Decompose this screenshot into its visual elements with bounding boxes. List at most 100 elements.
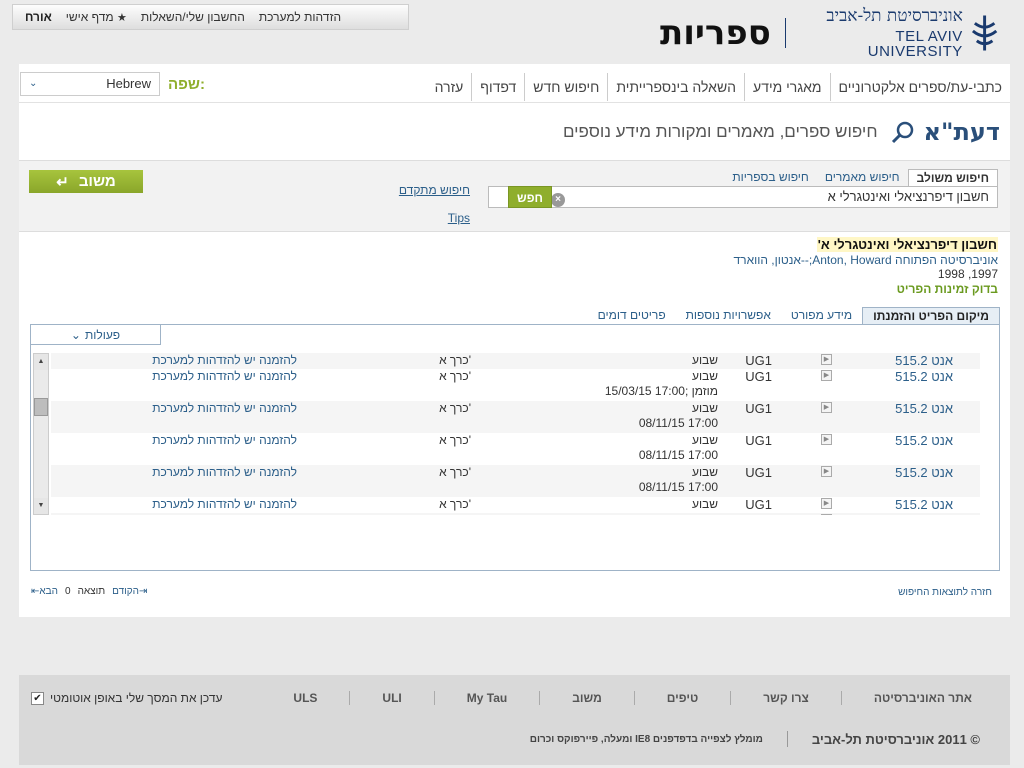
language-value: Hebrew <box>106 76 151 91</box>
request-login-link[interactable]: להזמנה יש להזדהות למערכת <box>152 353 297 367</box>
call-number-link[interactable]: 515.2 אנט <box>895 497 953 512</box>
browser-note: מומלץ לצפייה בדפדפנים IE8 ומעלה, פיירפוק… <box>529 733 763 745</box>
language-selector: ⌄ Hebrew שפה: <box>20 72 205 96</box>
tab-articles-search[interactable]: חיפוש מאמרים <box>817 169 908 187</box>
autofit-checkbox[interactable]: ✔ <box>31 691 44 705</box>
footer-uls-link[interactable]: ULS <box>261 691 349 705</box>
logo-divider <box>784 18 786 48</box>
loan-status-line: שבוע <box>691 401 718 415</box>
login-link[interactable]: הזדהות למערכת <box>259 10 341 24</box>
footer-university-link[interactable]: אתר האוניברסיטה <box>840 691 980 705</box>
volume-label: כרך א' <box>439 433 471 447</box>
expand-icon[interactable]: ▶ <box>821 434 832 445</box>
loan-status-line: שבוע <box>691 465 718 479</box>
account-link[interactable]: החשבון שלי/השאלות <box>141 10 245 24</box>
request-login-link[interactable]: להזמנה יש להזדהות למערכת <box>152 369 297 383</box>
table-row: 515.2 אנט ▶ UG1 שבוע 08/11/15 17:00 כרך א' להז… <box>51 433 980 465</box>
scroll-up-icon[interactable]: ▲ <box>34 354 48 370</box>
record-authors: אוניברסיטה הפתוחה Anton, Howard;--אנטון,… <box>734 253 998 268</box>
call-number-link[interactable]: 515.2 אנט <box>895 369 953 384</box>
actions-dropdown[interactable]: ⌄ פעולות <box>31 325 161 345</box>
university-name-en: TEL AVIV UNIVERSITY <box>867 27 963 60</box>
prev-label: הקודם <box>112 586 140 597</box>
chevron-down-icon: ⌄ <box>29 78 38 89</box>
next-label: הבא <box>39 586 58 597</box>
footer-tips-link[interactable]: טיפים <box>633 691 730 705</box>
tab-location[interactable]: מיקום הפריט והזמנתו <box>862 307 1000 325</box>
tab-details[interactable]: מידע מפורט <box>781 307 862 325</box>
request-login-link[interactable]: להזמנה יש להזדהות למערכת <box>152 497 297 511</box>
footer-feedback-link[interactable]: משוב <box>539 691 634 705</box>
expand-icon[interactable]: ▶ <box>821 466 832 477</box>
advanced-search-link[interactable]: חיפוש מתקדם <box>399 183 470 197</box>
footer-links: אתר האוניברסיטה צרו קשר טיפים משוב My Ta… <box>261 691 980 705</box>
call-number-link[interactable]: 515.2 אנט <box>895 513 953 515</box>
nav-databases[interactable]: מאגרי מידע <box>744 73 830 101</box>
record-title[interactable]: חשבון דיפרנציאלי ואינטגרלי א' <box>816 237 998 252</box>
loan-status: שבוע 08/11/15 17:00 <box>639 433 718 463</box>
expand-icon[interactable]: ▶ <box>821 498 832 509</box>
nav-help[interactable]: עזרה <box>427 73 472 101</box>
table-row: 515.2 אנט ▶ UG1 שבוע כרך א' להזמנה יש להזדהות… <box>51 497 980 513</box>
search-tabs: חיפוש משולב חיפוש מאמרים חיפוש בספריות <box>724 169 998 187</box>
arrow-right-icon: ⇥ <box>139 586 148 597</box>
table-row: 515.2 אנט ▶ UG1 שבוע 15/03/15 17:00; מוזמן כר… <box>51 369 980 401</box>
expand-icon[interactable]: ▶ <box>821 514 832 515</box>
request-login-link[interactable]: להזמנה יש להזדהות למערכת <box>152 433 297 447</box>
autofit-label: עדכן את המסך שלי באופן אוטומטי <box>50 691 223 705</box>
back-to-results-link[interactable]: חזרה לתוצאות החיפוש <box>898 587 992 598</box>
expand-icon[interactable]: ▶ <box>821 354 832 365</box>
tab-similar-items[interactable]: פריטים דומים <box>588 307 676 325</box>
loan-status: שבוע 08/11/15 17:00 <box>639 465 718 495</box>
holdings-table: 515.2 אנט ▶ UG1 שבוע כרך א' להזמנה יש להזדהות… <box>51 353 980 515</box>
holdings-scrollbar[interactable]: ▲ ▼ <box>33 353 49 515</box>
nav-interlibrary[interactable]: השאלה בינספרייתית <box>607 73 744 101</box>
call-number-link[interactable]: 515.2 אנט <box>895 465 953 480</box>
loan-status-line: 08/11/15 17:00 <box>638 416 718 430</box>
check-availability-link[interactable]: בדוק זמינות הפריט <box>734 282 998 297</box>
call-number-link[interactable]: 515.2 אנט <box>895 433 953 448</box>
tab-more-options[interactable]: אפשרויות נוספות <box>676 307 781 325</box>
holdings-panel: ⌄ פעולות ▲ ▼ 515.2 אנט ▶ UG1 שבוע כרך א' להזמ… <box>30 324 1000 571</box>
feedback-arrow-icon: ↵ <box>56 173 69 191</box>
volume-label: כרך א' <box>439 353 471 367</box>
call-number-link[interactable]: 515.2 אנט <box>895 401 953 416</box>
scroll-down-icon[interactable]: ▼ <box>34 498 48 514</box>
tab-library-search[interactable]: חיפוש בספריות <box>724 169 817 187</box>
site-logo[interactable]: אוניברסיטת תל-אביב TEL AVIV UNIVERSITY ס… <box>660 7 1000 60</box>
expand-icon[interactable]: ▶ <box>821 402 832 413</box>
nav-browse[interactable]: דפדוף <box>471 73 524 101</box>
location-code: UG1 <box>745 353 772 368</box>
prev-link[interactable]: הקודם⇥ <box>112 586 147 597</box>
copyright-text: © 2011 אוניברסיטת תל-אביב <box>811 731 980 747</box>
footer-contact-link[interactable]: צרו קשר <box>730 691 841 705</box>
footer-uli-link[interactable]: ULI <box>349 691 433 705</box>
loan-status: שבוע <box>692 353 718 368</box>
loan-status: שבוע 15/03/15 17:00; מוזמן <box>605 369 718 399</box>
clear-search-icon[interactable]: × <box>551 193 565 207</box>
tips-link[interactable]: Tips <box>448 211 470 225</box>
expand-icon[interactable]: ▶ <box>821 370 832 381</box>
language-label: שפה: <box>168 75 205 93</box>
personal-shelf-label: מדף אישי <box>65 10 114 24</box>
footer-mytau-link[interactable]: My Tau <box>433 691 539 705</box>
language-select[interactable]: ⌄ Hebrew <box>20 72 160 96</box>
nav-ejournals[interactable]: כתבי-עת/ספרים אלקטרוניים <box>829 73 1010 101</box>
scroll-thumb[interactable] <box>34 398 48 416</box>
next-link[interactable]: ⇤הבא <box>31 586 58 597</box>
search-button[interactable]: חפש <box>508 186 552 208</box>
loan-status-line: 15/03/15 17:00; מוזמן <box>604 384 718 398</box>
tab-combined-search[interactable]: חיפוש משולב <box>907 169 998 187</box>
record-author-list[interactable]: Anton, Howard;--אנטון, הווארד <box>734 253 892 267</box>
chevron-down-icon: ⌄ <box>70 327 81 342</box>
feedback-button[interactable]: משוב ↵ <box>29 170 143 193</box>
nav-new-search[interactable]: חיפוש חדש <box>524 73 607 101</box>
main-page: כתבי-עת/ספרים אלקטרוניים מאגרי מידע השאל… <box>19 64 1010 617</box>
request-login-link[interactable]: להזמנה יש להזדהות למערכת <box>152 465 297 479</box>
request-login-link[interactable]: להזמנה יש להזדהות למערכת <box>152 401 297 415</box>
personal-shelf-link[interactable]: ★ מדף אישי <box>66 10 127 24</box>
loan-status-line: שבוע <box>691 369 718 383</box>
record-publisher[interactable]: אוניברסיטה הפתוחה <box>895 253 998 267</box>
daat-logo[interactable]: דעת"א <box>924 118 1000 146</box>
call-number-link[interactable]: 515.2 אנט <box>895 353 953 368</box>
